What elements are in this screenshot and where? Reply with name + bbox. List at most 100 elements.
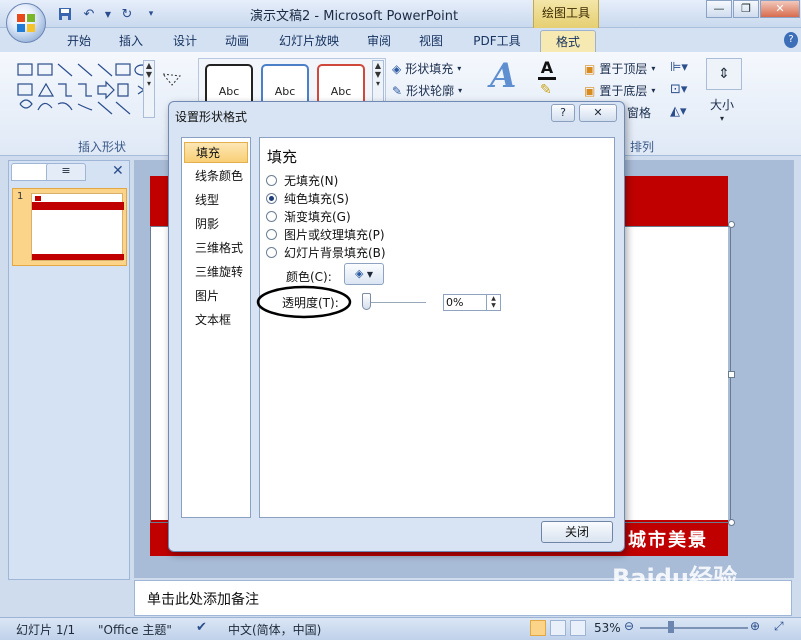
sorter-view-icon[interactable] [550,620,566,636]
paint-bucket-icon: ◈ [392,61,402,76]
size-button[interactable]: 大小 [710,96,734,113]
shape-outline-button[interactable]: ✎ 形状轮廓 ▾ [392,82,462,99]
group-icon[interactable]: ⊡▾ [670,82,687,97]
zoom-out-icon[interactable]: ⊖ [624,619,634,633]
shape-fill-button[interactable]: ◈ 形状填充 ▾ [392,60,461,77]
resize-handle-r[interactable] [728,371,735,378]
color-label: 颜色(C): [286,270,332,284]
help-icon[interactable]: ? [784,32,798,48]
transparency-slider-thumb[interactable] [362,293,371,310]
zoom-slider-thumb[interactable] [668,621,674,633]
selection-pane-button[interactable]: 窗格 [627,104,651,121]
customize-toolbar-icon[interactable]: ▾ [142,5,160,23]
drawing-tools-label: 绘图工具 [533,0,599,28]
nav-line-style[interactable]: 线型 [184,190,248,211]
send-back-icon: ▣ [584,83,596,98]
tab-slideshow[interactable]: 幻灯片放映 [272,30,346,52]
shapes-scroll[interactable]: ▲ ▼ ▾ [143,60,155,118]
no-fill-option[interactable]: 无填充(N) [266,171,338,189]
banner-text: 城市美景 [628,530,708,551]
undo-icon[interactable]: ↶ [80,5,98,23]
slideshow-view-icon[interactable] [570,620,586,636]
send-to-back-button[interactable]: ▣ 置于底层 ▾ [584,82,655,99]
thumb-number: 1 [17,191,24,202]
tab-pdf-tools[interactable]: PDF工具 [466,30,528,52]
radio-solid-fill[interactable] [266,192,277,204]
resize-handle-br[interactable] [728,519,735,526]
save-icon[interactable] [56,5,74,23]
dialog-close-x-button[interactable]: ✕ [579,104,617,122]
format-shape-dialog: 设置形状格式 ? ✕ 填充 线条颜色 线型 阴影 三维格式 三维旋转 图片 文本… [168,101,625,552]
tab-animation[interactable]: 动画 [216,30,258,52]
tab-home[interactable]: 开始 [58,30,100,52]
size-icon[interactable]: ⇕ [706,58,742,90]
close-window-button[interactable]: ✕ [760,0,800,18]
solid-fill-option[interactable]: 纯色填充(S) [266,189,349,207]
color-picker-button[interactable]: ◈ ▼ [344,263,384,285]
redo-icon[interactable]: ↻ [118,5,136,23]
nav-line-color[interactable]: 线条颜色 [184,166,248,187]
normal-view-icon[interactable] [530,620,546,636]
nav-shadow[interactable]: 阴影 [184,214,248,235]
zoom-slider[interactable] [640,627,748,629]
radio-picture-fill[interactable] [266,228,277,240]
notes-placeholder: 单击此处添加备注 [147,592,259,608]
text-fill-icon[interactable]: A [538,58,556,80]
nav-fill[interactable]: 填充 [184,142,248,163]
spellcheck-icon[interactable]: ✔ [196,620,207,635]
watermark: Baidu经验 [612,564,737,592]
tab-insert[interactable]: 插入 [110,30,152,52]
highlight-ellipse [256,285,352,319]
dialog-close-button[interactable]: 关闭 [541,521,613,543]
bring-front-icon: ▣ [584,61,596,76]
spinner-icon[interactable]: ▲ ▼ [486,295,500,310]
insert-shapes-label: 插入形状 [78,140,127,154]
radio-gradient-fill[interactable] [266,210,277,222]
tab-view[interactable]: 视图 [410,30,452,52]
restore-button[interactable]: ❐ [733,0,759,18]
fit-window-icon[interactable]: ⤢ [774,619,784,634]
slide-bg-fill-option[interactable]: 幻灯片背景填充(B) [266,243,386,261]
nav-3d-format[interactable]: 三维格式 [184,238,248,259]
slide-thumbnail[interactable]: 1 [12,188,127,266]
paint-bucket-icon: ◈ [354,267,364,280]
edit-shape-icon[interactable] [160,70,184,88]
window-title: 演示文稿2 - Microsoft PowerPoint [250,9,459,24]
dialog-content-panel: 填充 无填充(N) 纯色填充(S) 渐变填充(G) 图片或纹理填充(P) 幻灯片… [256,137,615,518]
bring-to-front-button[interactable]: ▣ 置于顶层 ▾ [584,60,655,77]
office-button[interactable] [6,3,46,43]
slide-counter: 幻灯片 1/1 [16,623,76,637]
resize-handle-tr[interactable] [728,221,735,228]
rotate-icon[interactable]: ◭▾ [670,104,687,119]
pencil-icon: ✎ [392,83,403,98]
slides-tab[interactable] [11,163,51,181]
office-logo-icon [17,14,35,32]
shapes-gallery[interactable] [16,60,156,120]
outline-tab[interactable]: ≡ [46,163,86,181]
tab-design[interactable]: 设计 [164,30,206,52]
radio-no-fill[interactable] [266,174,277,186]
radio-slide-bg-fill[interactable] [266,246,277,258]
transparency-input[interactable]: 0% ▲ ▼ [443,294,501,311]
transparency-slider-track[interactable] [364,302,426,303]
language[interactable]: 中文(简体，中国) [228,621,321,638]
undo-dropdown-icon[interactable]: ▼ [104,5,112,23]
wordart-icon[interactable]: A [490,56,516,96]
nav-text-box[interactable]: 文本框 [184,310,248,331]
size-dropdown-icon[interactable]: ▾ [720,114,724,123]
close-panel-icon[interactable]: ✕ [112,163,124,179]
zoom-in-icon[interactable]: ⊕ [750,619,760,633]
nav-picture[interactable]: 图片 [184,286,248,307]
zoom-level[interactable]: 53% [594,621,621,635]
gradient-fill-option[interactable]: 渐变填充(G) [266,207,351,225]
text-outline-icon[interactable]: ✎ [540,82,552,98]
nav-3d-rotation[interactable]: 三维旋转 [184,262,248,283]
dialog-category-list: 填充 线条颜色 线型 阴影 三维格式 三维旋转 图片 文本框 [181,137,251,518]
minimize-button[interactable]: — [706,0,732,18]
picture-fill-option[interactable]: 图片或纹理填充(P) [266,225,385,243]
tab-format[interactable]: 格式 [540,30,596,52]
dialog-title: 设置形状格式 [175,110,248,124]
align-icon[interactable]: ⊫▾ [670,60,688,75]
dialog-help-button[interactable]: ? [551,104,575,122]
tab-review[interactable]: 审阅 [358,30,400,52]
